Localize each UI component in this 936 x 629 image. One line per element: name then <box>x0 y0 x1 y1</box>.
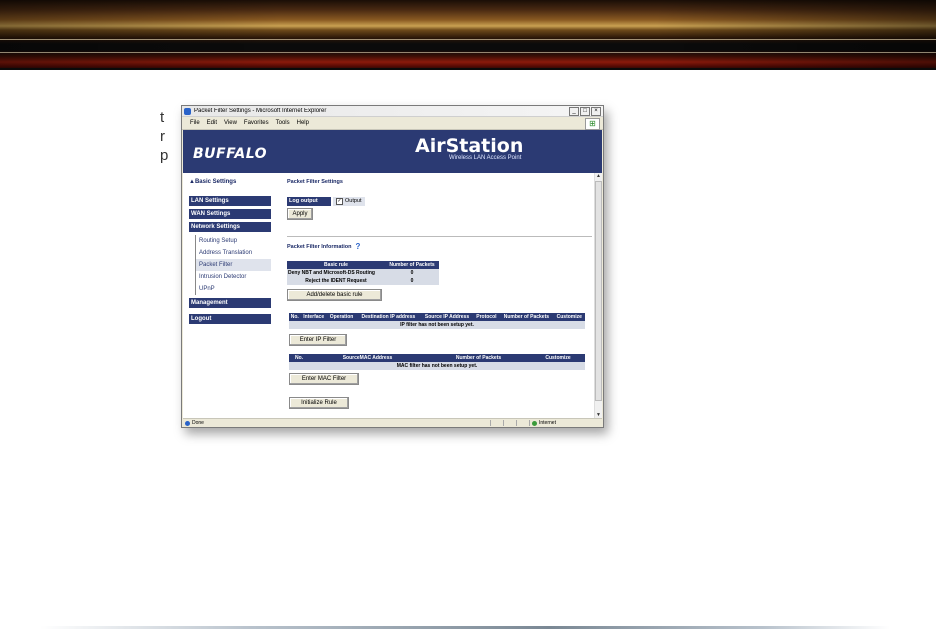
scroll-up-icon[interactable]: ▲ <box>595 173 602 179</box>
menu-edit[interactable]: Edit <box>207 120 217 126</box>
enter-mac-filter-button[interactable]: Enter MAC Filter <box>289 373 359 385</box>
table-header: Basic rule <box>287 261 385 269</box>
security-zone: Internet <box>529 420 602 426</box>
table-row: Reject the IDENT Request 0 <box>287 277 439 285</box>
sidebar-item-lan[interactable]: LAN Settings <box>189 196 271 206</box>
table-cell: 0 <box>385 277 439 285</box>
windows-logo-icon: ⊞ <box>585 118 600 130</box>
status-text: Done <box>192 420 204 426</box>
page-icon <box>185 420 190 426</box>
add-delete-basic-rule-button[interactable]: Add/delete basic rule <box>287 289 382 301</box>
table-cell: Reject the IDENT Request <box>287 277 385 285</box>
output-checkbox-label: Output <box>345 198 362 204</box>
internet-zone-icon <box>532 420 537 426</box>
basic-rule-table: Basic rule Number of Packets Deny NBT an… <box>287 261 439 285</box>
main-panel: Packet Filter Settings Log output ✓ Outp… <box>287 179 592 409</box>
window-title: Packet Filter Settings - Microsoft Inter… <box>194 108 327 114</box>
status-cell <box>503 420 516 426</box>
browser-window: Packet Filter Settings - Microsoft Inter… <box>181 105 604 428</box>
window-controls: _ □ × <box>569 106 601 116</box>
ip-filter-table: No. Interface Operation Destination IP a… <box>289 313 585 329</box>
menu-view[interactable]: View <box>224 120 237 126</box>
mac-filter-empty-message: MAC filter has not been setup yet. <box>289 362 585 370</box>
table-header: SourceMAC Address <box>309 354 426 362</box>
status-bar: Done Internet <box>183 418 602 427</box>
vertical-scrollbar[interactable]: ▲ ▼ <box>594 173 602 418</box>
initialize-rule-button[interactable]: Initialize Rule <box>289 397 349 409</box>
ip-filter-empty-message: IP filter has not been setup yet. <box>289 321 585 329</box>
settings-title: Packet Filter Settings <box>287 179 343 185</box>
banner-line <box>0 39 936 40</box>
help-icon[interactable]: ? <box>356 242 361 251</box>
table-row: IP filter has not been setup yet. <box>289 321 585 329</box>
table-header: Customize <box>531 354 585 362</box>
sidebar-item-network[interactable]: Network Settings <box>189 222 271 232</box>
table-header: Operation <box>326 313 357 321</box>
table-cell: 0 <box>385 269 439 277</box>
log-output-row: Log output ✓ Output <box>287 197 365 206</box>
menu-favorites[interactable]: Favorites <box>244 120 269 126</box>
scroll-thumb[interactable] <box>595 181 602 401</box>
sidebar-sub-packet-filter[interactable]: Packet Filter <box>195 259 271 271</box>
table-header: Number of Packets <box>385 261 439 269</box>
menu-file[interactable]: File <box>190 120 200 126</box>
page-header: BUFFALO AirStation Wireless LAN Access P… <box>183 130 602 173</box>
info-title: Packet Filter Information <box>287 243 352 250</box>
table-header: Source IP Address <box>420 313 474 321</box>
buffalo-logo: BUFFALO <box>193 146 268 162</box>
banner-line <box>0 68 936 70</box>
menu-bar: File Edit View Favorites Tools Help ⊞ <box>182 117 603 130</box>
ie-icon <box>184 107 191 115</box>
status-cell <box>516 420 529 426</box>
zone-label: Internet <box>539 420 556 426</box>
airstation-subtitle: Wireless LAN Access Point <box>449 155 522 161</box>
banner-line <box>0 52 936 53</box>
title-bar: Packet Filter Settings - Microsoft Inter… <box>182 106 603 117</box>
page-content: BUFFALO AirStation Wireless LAN Access P… <box>183 130 602 418</box>
sidebar-sub-upnp[interactable]: UPnP <box>195 283 271 295</box>
table-row: MAC filter has not been setup yet. <box>289 362 585 370</box>
divider <box>287 236 592 237</box>
sidebar-sub-intrusion-detector[interactable]: Intrusion Detector <box>195 271 271 283</box>
status-done: Done <box>183 420 490 426</box>
apply-button[interactable]: Apply <box>287 208 313 220</box>
sidebar-item-logout[interactable]: Logout <box>189 314 271 324</box>
background-text: t r p <box>160 109 169 164</box>
mac-filter-table: No. SourceMAC Address Number of Packets … <box>289 354 585 370</box>
table-row: Deny NBT and Microsoft-DS Routing 0 <box>287 269 439 277</box>
sidebar-sub-address-translation[interactable]: Address Translation <box>195 247 271 259</box>
table-header: Number of Packets <box>499 313 554 321</box>
table-header: Protocol <box>473 313 500 321</box>
menu-help[interactable]: Help <box>297 120 309 126</box>
table-header: No. <box>289 313 301 321</box>
table-cell: Deny NBT and Microsoft-DS Routing <box>287 269 385 277</box>
info-title-row: Packet Filter Information ? <box>287 242 360 251</box>
sidebar-sub-routing[interactable]: Routing Setup <box>195 235 271 247</box>
minimize-icon[interactable]: _ <box>569 106 579 116</box>
basic-settings-link[interactable]: ▲Basic Settings <box>189 179 271 185</box>
close-icon[interactable]: × <box>591 106 601 116</box>
sidebar-item-wan[interactable]: WAN Settings <box>189 209 271 219</box>
maximize-icon[interactable]: □ <box>580 106 590 116</box>
log-output-option: ✓ Output <box>333 197 365 206</box>
sidebar-item-management[interactable]: Management <box>189 298 271 308</box>
table-header: Interface <box>300 313 327 321</box>
airstation-logo: AirStation <box>415 135 524 157</box>
output-checkbox[interactable]: ✓ <box>336 198 343 205</box>
log-output-label: Log output <box>287 197 331 206</box>
enter-ip-filter-button[interactable]: Enter IP Filter <box>289 334 347 346</box>
table-header: Customize <box>553 313 585 321</box>
menu-tools[interactable]: Tools <box>276 120 290 126</box>
table-header: Destination IP address <box>356 313 421 321</box>
status-cell <box>490 420 503 426</box>
top-banner <box>0 0 936 70</box>
table-header: No. <box>289 354 309 362</box>
sidebar: ▲Basic Settings LAN Settings WAN Setting… <box>189 179 271 327</box>
table-header: Number of Packets <box>426 354 531 362</box>
